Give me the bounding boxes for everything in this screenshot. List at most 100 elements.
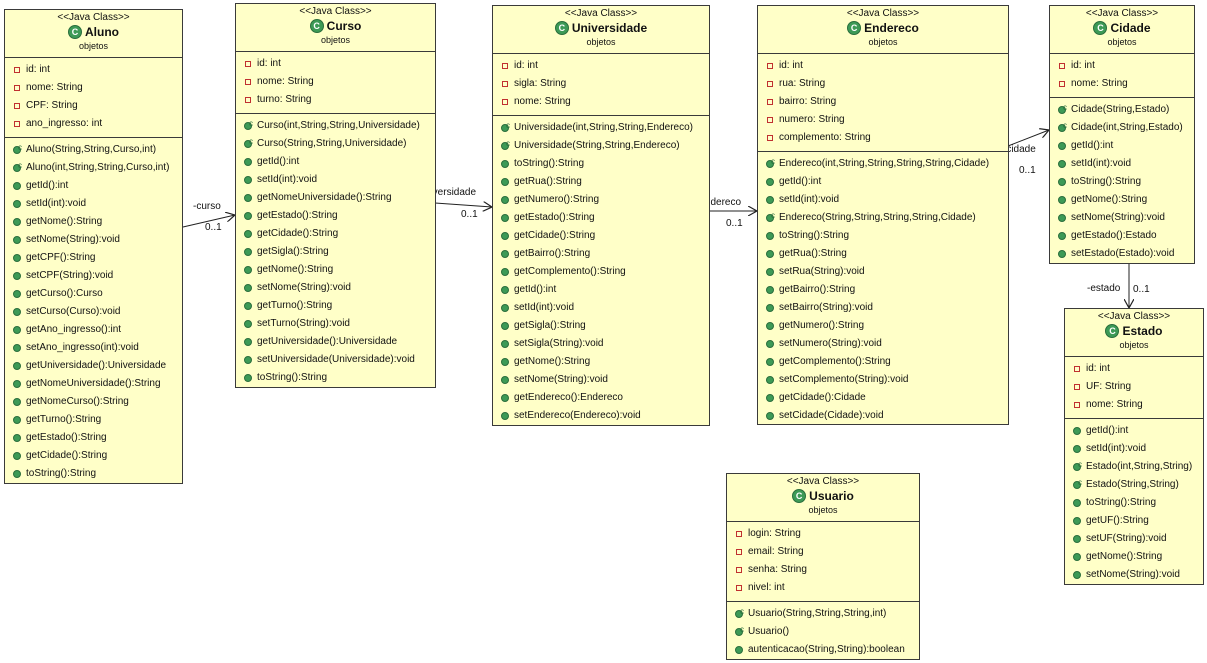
public-method-icon	[13, 434, 21, 442]
method-row: getId():int	[758, 173, 1008, 191]
method-row: setRua(String):void	[758, 263, 1008, 281]
public-method-icon	[501, 394, 509, 402]
method-row: setCurso(Curso):void	[5, 303, 182, 321]
class-aluno[interactable]: <<Java Class>> C Aluno objetos id: int nom…	[4, 9, 183, 484]
method-row: getSigla():String	[493, 317, 709, 335]
method-row: getNumero():String	[758, 317, 1008, 335]
attribute-row: id: int	[1065, 360, 1203, 378]
member-signature: Endereco(String,String,String,String,Cid…	[779, 212, 976, 223]
stereotype-label: <<Java Class>>	[786, 476, 860, 487]
public-method-icon	[1058, 250, 1066, 258]
method-row: getCidade():Cidade	[758, 389, 1008, 407]
attribute-row: nome: String	[236, 73, 435, 91]
member-signature: setId(int):void	[1086, 443, 1147, 454]
class-endereco[interactable]: <<Java Class>> C Endereco objetos id: int…	[757, 5, 1009, 425]
attributes-section: id: int sigla: String nome: String	[493, 54, 709, 116]
member-signature: toString():String	[1071, 176, 1142, 187]
member-signature: Endereco(int,String,String,String,String…	[779, 158, 990, 169]
public-method-icon	[501, 304, 509, 312]
method-row: getCPF():String	[5, 249, 182, 267]
private-field-icon	[1074, 366, 1080, 372]
private-field-icon	[14, 85, 20, 91]
attributes-section: id: int nome: String	[1050, 54, 1194, 98]
member-signature: getCidade():String	[257, 228, 339, 239]
member-signature: getUF():String	[1086, 515, 1149, 526]
public-method-icon	[1058, 232, 1066, 240]
member-signature: setCurso(Curso):void	[26, 306, 121, 317]
class-name: Universidade	[571, 21, 648, 35]
member-signature: setId(int):void	[26, 198, 87, 209]
public-method-icon	[766, 376, 774, 384]
method-row: setUF(String):void	[1065, 530, 1203, 548]
attribute-row: bairro: String	[758, 93, 1008, 111]
public-method-icon	[501, 178, 509, 186]
member-signature: rua: String	[779, 78, 826, 89]
member-signature: getId():int	[257, 156, 300, 167]
member-signature: getUniversidade():Universidade	[257, 336, 398, 347]
member-signature: id: int	[1086, 363, 1110, 374]
member-signature: Cidade(String,Estado)	[1071, 104, 1170, 115]
class-universidade[interactable]: <<Java Class>> C Universidade objetos id:…	[492, 5, 710, 426]
public-method-icon	[766, 304, 774, 312]
public-method-icon	[244, 356, 252, 364]
attributes-section: id: int rua: String bairro: String numero: …	[758, 54, 1008, 152]
class-icon: C	[1105, 324, 1120, 338]
attribute-row: UF: String	[1065, 378, 1203, 396]
class-header: <<Java Class>> C Aluno objetos	[5, 10, 182, 58]
public-method-icon	[766, 286, 774, 294]
member-signature: id: int	[26, 64, 50, 75]
member-signature: setUniversidade(Universidade):void	[257, 354, 415, 365]
private-field-icon	[14, 67, 20, 73]
public-method-icon	[501, 412, 509, 420]
method-row: getCidade():String	[236, 225, 435, 243]
class-estado[interactable]: <<Java Class>> C Estado objetos id: int UF…	[1064, 308, 1204, 585]
member-signature: nome: String	[257, 76, 314, 87]
public-method-icon	[13, 182, 21, 190]
method-row: setId(int):void	[5, 195, 182, 213]
member-signature: setCidade(Cidade):void	[779, 410, 884, 421]
public-method-icon	[735, 646, 743, 654]
method-row: getId():int	[236, 153, 435, 171]
member-signature: ano_ingresso: int	[26, 118, 103, 129]
public-method-icon	[13, 452, 21, 460]
private-field-icon	[245, 97, 251, 103]
class-header: <<Java Class>> C Endereco objetos	[758, 6, 1008, 54]
method-row: setNome(String):void	[5, 231, 182, 249]
public-method-icon	[13, 362, 21, 370]
member-signature: setNome(String):void	[1071, 212, 1165, 223]
method-row: getBairro():String	[493, 245, 709, 263]
public-method-icon	[13, 326, 21, 334]
attribute-row: complemento: String	[758, 129, 1008, 147]
method-row: autenticacao(String,String):boolean	[727, 641, 919, 659]
member-signature: Aluno(String,String,Curso,int)	[26, 144, 157, 155]
public-method-icon	[501, 268, 509, 276]
public-method-icon	[13, 272, 21, 280]
public-method-icon	[501, 160, 509, 168]
member-signature: toString():String	[257, 372, 328, 383]
method-row: getTurno():String	[5, 411, 182, 429]
attribute-row: numero: String	[758, 111, 1008, 129]
member-signature: CPF: String	[26, 100, 78, 111]
public-method-icon	[1073, 517, 1081, 525]
class-cidade[interactable]: <<Java Class>> C Cidade objetos id: int no…	[1049, 5, 1195, 264]
member-signature: Cidade(int,String,Estado)	[1071, 122, 1183, 133]
class-icon: C	[1093, 21, 1108, 35]
member-signature: setNome(String):void	[257, 282, 351, 293]
package-label: objetos	[868, 37, 898, 47]
member-signature: autenticacao(String,String):boolean	[748, 644, 905, 655]
attribute-row: login: String	[727, 525, 919, 543]
method-row: setNome(String):void	[493, 371, 709, 389]
method-row: getUniversidade():Universidade	[236, 333, 435, 351]
method-row: setNumero(String):void	[758, 335, 1008, 353]
class-curso[interactable]: <<Java Class>> C Curso objetos id: int nom…	[235, 3, 436, 388]
attributes-section: id: int nome: String CPF: String ano_ingres…	[5, 58, 182, 138]
public-method-icon	[1058, 196, 1066, 204]
member-signature: getCidade():String	[26, 450, 108, 461]
class-usuario[interactable]: <<Java Class>> C Usuario objetos login: S…	[726, 473, 920, 660]
method-row: setId(int):void	[758, 191, 1008, 209]
member-signature: getEndereco():Endereco	[514, 392, 623, 403]
public-method-icon	[501, 322, 509, 330]
public-method-icon	[244, 176, 252, 184]
member-signature: setId(int):void	[1071, 158, 1132, 169]
member-signature: getNome():String	[26, 216, 103, 227]
